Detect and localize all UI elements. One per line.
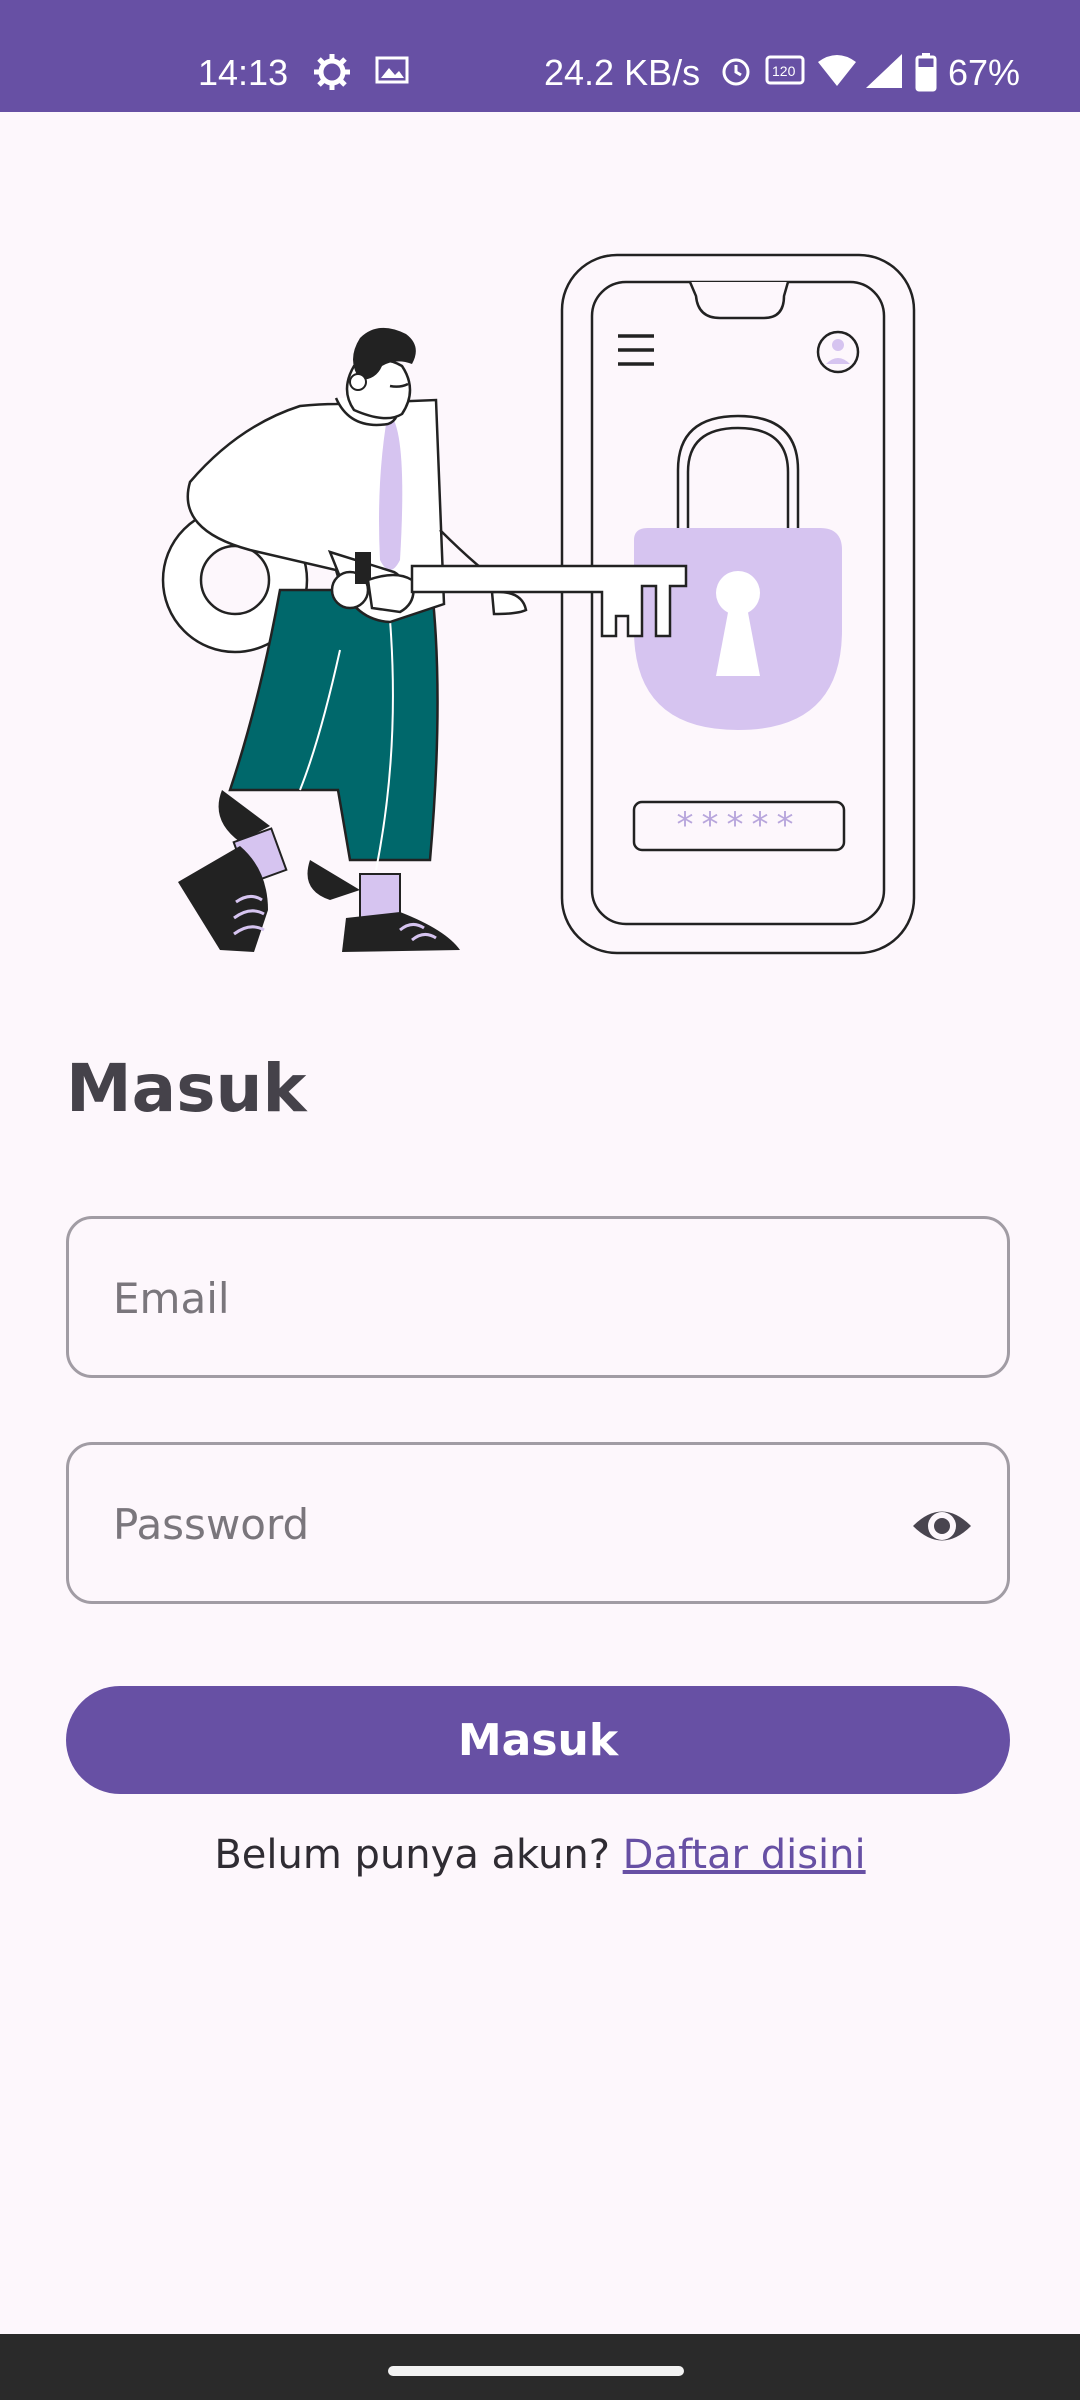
svg-text:*****: ***** [677,805,802,845]
battery-percent: 67% [948,52,1021,93]
refresh-rate-120hz-icon: 120 [764,52,806,97]
password-field[interactable] [66,1442,1010,1604]
page-title: Masuk [66,1050,307,1127]
cellular-signal-icon [864,52,904,99]
alarm-icon [718,52,754,97]
home-indicator[interactable] [388,2366,684,2376]
login-button[interactable]: Masuk [66,1686,1010,1794]
password-mask-box: ***** [632,800,846,852]
image-icon [374,52,410,97]
status-bar: 14:13 24.2 KB/s 120 67% [0,0,1080,112]
profile-icon [816,330,860,374]
register-row: Belum punya akun? Daftar disini [0,1832,1080,1878]
wifi-icon [816,52,858,99]
status-time: 14:13 [198,52,289,93]
register-link[interactable]: Daftar disini [623,1832,866,1878]
email-input[interactable] [111,1219,895,1377]
eye-icon[interactable] [911,1495,973,1557]
battery-icon [914,52,938,101]
password-input[interactable] [111,1445,895,1603]
settings-gear-icon [312,52,352,101]
navigation-bar [0,2334,1080,2400]
network-speed: 24.2 KB/s [544,52,701,93]
person-drawing [161,327,528,952]
login-illustration: ***** [150,230,930,970]
register-prompt: Belum punya akun? [214,1832,610,1878]
svg-text:120: 120 [772,63,796,79]
email-field[interactable] [66,1216,1010,1378]
